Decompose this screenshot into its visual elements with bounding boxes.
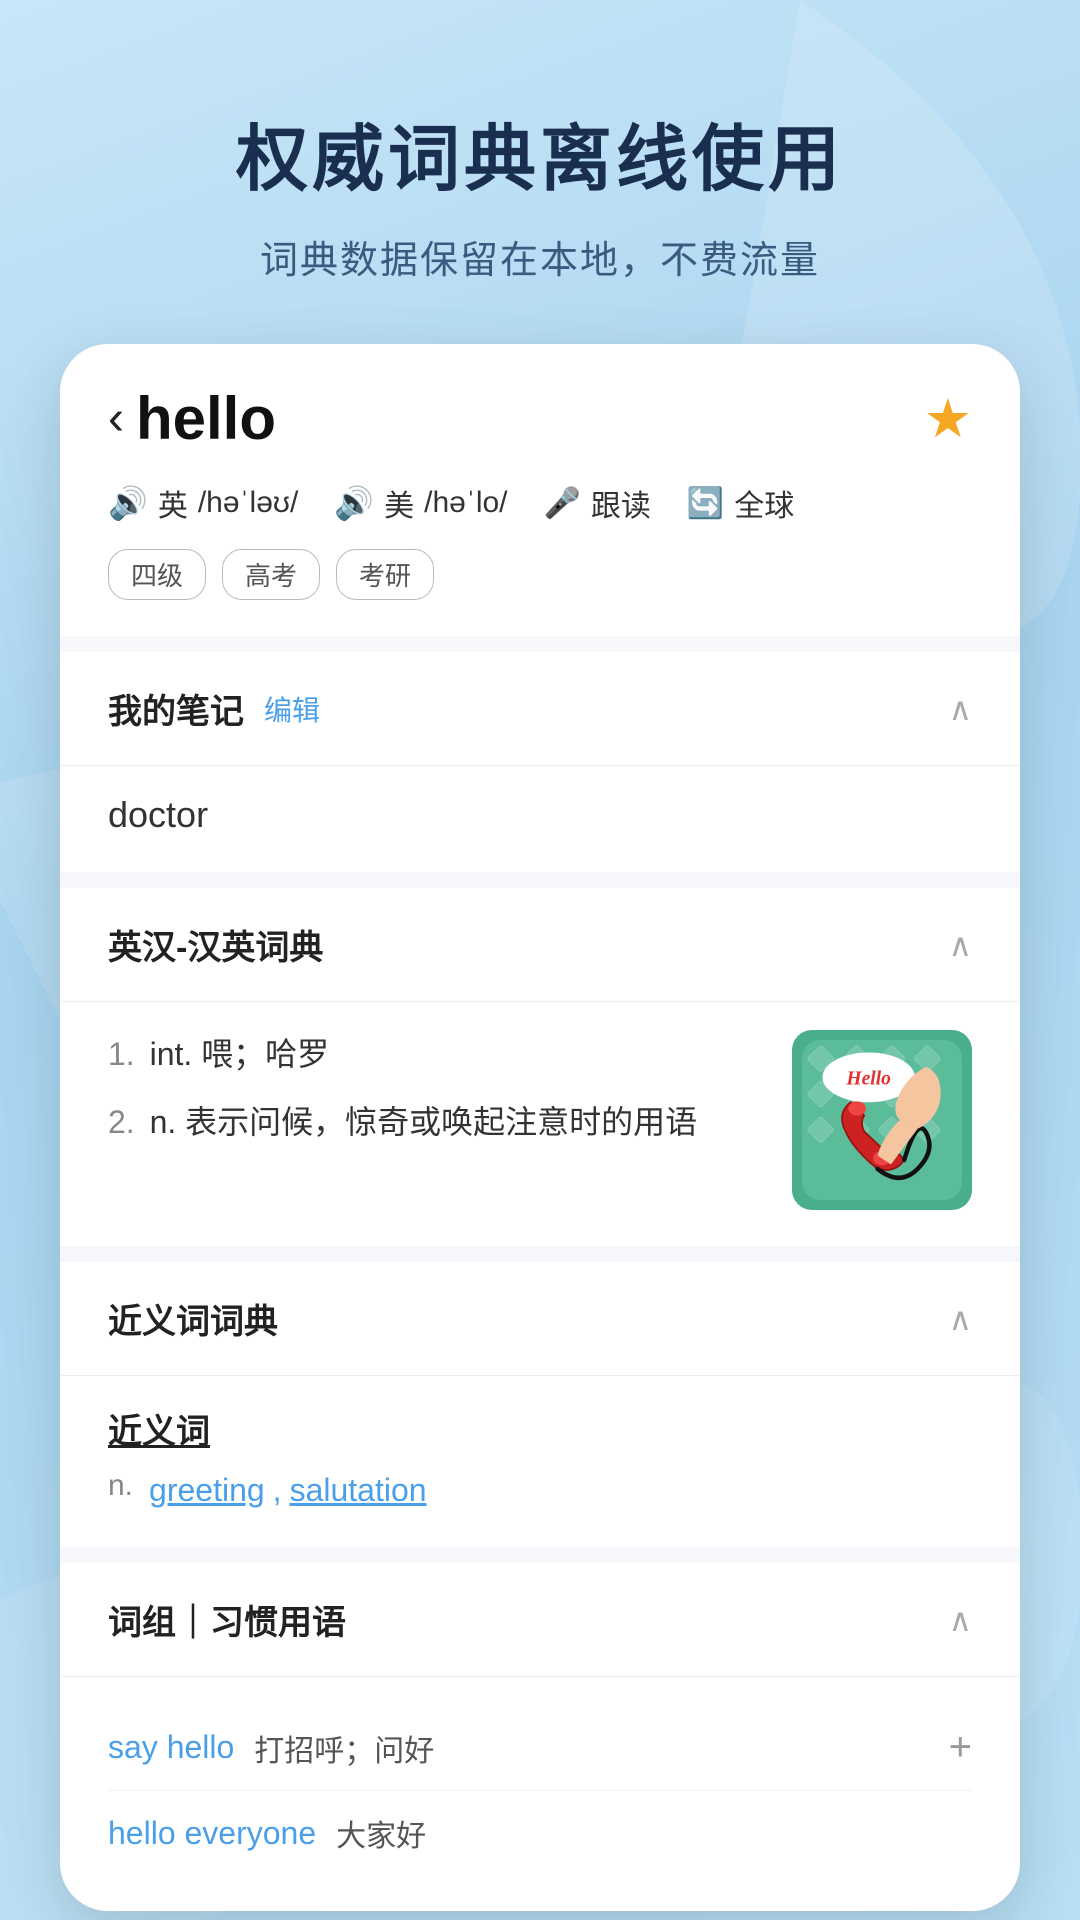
def-pos-1: int. — [150, 1036, 202, 1072]
phrase-add-1[interactable]: + — [949, 1725, 972, 1770]
dict-section-header[interactable]: 英汉-汉英词典 ∧ — [60, 888, 1020, 1002]
tags-row: 四级 高考 考研 — [108, 549, 972, 600]
favorite-button[interactable]: ★ — [924, 387, 972, 450]
syn-body: 近义词 n. greeting , salutation — [60, 1376, 1020, 1547]
def-text-1: 喂；哈罗 — [201, 1036, 329, 1072]
synonyms-list: n. greeting , salutation — [108, 1469, 972, 1511]
phrase-left-2: hello everyone 大家好 — [108, 1811, 426, 1855]
back-button[interactable]: ‹ — [108, 395, 124, 443]
phonetic-uk-label: 英 — [158, 481, 188, 525]
phrases-title: 词组｜习惯用语 — [108, 1595, 346, 1644]
dict-image: Hello — [792, 1030, 972, 1210]
phrases-body: say hello 打招呼；问好 + hello everyone 大家好 — [60, 1677, 1020, 1911]
phrase-en-2[interactable]: hello everyone — [108, 1815, 316, 1852]
def-number-2: 2. — [108, 1104, 135, 1140]
synonyms-section: 近义词词典 ∧ 近义词 n. greeting , salutation — [60, 1262, 1020, 1547]
syn-title: 近义词词典 — [108, 1294, 278, 1343]
mic-icon: 🎤 — [544, 486, 581, 521]
phrase-item-1: say hello 打招呼；问好 + — [108, 1705, 972, 1791]
syn-pos: n. — [108, 1469, 133, 1503]
notes-content: doctor — [108, 794, 208, 835]
syn-section-header[interactable]: 近义词词典 ∧ — [60, 1262, 1020, 1376]
synonym-word-2[interactable]: salutation — [290, 1472, 427, 1509]
dictionary-card: ‹ hello ★ 🔊 英 /həˈləʊ/ 🔊 美 /həˈlo/ 🎤 跟读 … — [60, 344, 1020, 1911]
def-pos-2: n. — [150, 1104, 186, 1140]
phrases-chevron-icon: ∧ — [949, 1601, 972, 1639]
def-text-2: 表示问候，惊奇或唤起注意时的用语 — [185, 1104, 697, 1140]
word-left: ‹ hello — [108, 384, 276, 453]
notes-edit-button[interactable]: 编辑 — [264, 689, 320, 729]
def-item-1: 1. int. 喂；哈罗 — [108, 1030, 768, 1078]
synonyms-heading: 近义词 — [108, 1404, 972, 1453]
word-row: ‹ hello ★ — [108, 384, 972, 453]
tag-postgrad: 考研 — [336, 549, 434, 600]
notes-section: 我的笔记 编辑 ∧ doctor — [60, 652, 1020, 872]
tag-cet4: 四级 — [108, 549, 206, 600]
phrase-item-2: hello everyone 大家好 — [108, 1791, 972, 1875]
global-button[interactable]: 🔄 全球 — [687, 481, 794, 525]
synonym-word-1[interactable]: greeting — [149, 1472, 265, 1509]
global-label: 全球 — [734, 481, 794, 525]
phrase-left-1: say hello 打招呼；问好 — [108, 1726, 434, 1770]
notes-title: 我的笔记 — [108, 684, 244, 733]
top-section: 权威词典离线使用 词典数据保留在本地，不费流量 — [0, 0, 1080, 344]
dict-title: 英汉-汉英词典 — [108, 920, 323, 969]
follow-read-button[interactable]: 🎤 跟读 — [544, 481, 651, 525]
main-title: 权威词典离线使用 — [0, 100, 1080, 205]
tag-gaokao: 高考 — [222, 549, 320, 600]
speaker-us-icon[interactable]: 🔊 — [334, 484, 374, 522]
dictionary-section: 英汉-汉英词典 ∧ 1. int. 喂；哈罗 2. n. 表示问候，惊奇或唤起注… — [60, 888, 1020, 1246]
notes-title-group: 我的笔记 编辑 — [108, 684, 320, 733]
speaker-uk-icon[interactable]: 🔊 — [108, 484, 148, 522]
notes-chevron-icon: ∧ — [949, 690, 972, 728]
phonetic-us[interactable]: 🔊 美 /həˈlo/ — [334, 481, 507, 525]
phonetic-us-label: 美 — [384, 481, 414, 525]
phonetic-us-text: /həˈlo/ — [424, 486, 507, 520]
dict-body: 1. int. 喂；哈罗 2. n. 表示问候，惊奇或唤起注意时的用语 — [60, 1002, 1020, 1246]
dict-chevron-icon: ∧ — [949, 926, 972, 964]
notes-body: doctor — [60, 766, 1020, 872]
syn-chevron-icon: ∧ — [949, 1300, 972, 1338]
def-item-2: 2. n. 表示问候，惊奇或唤起注意时的用语 — [108, 1098, 768, 1146]
def-number-1: 1. — [108, 1036, 135, 1072]
phonetic-row: 🔊 英 /həˈləʊ/ 🔊 美 /həˈlo/ 🎤 跟读 🔄 全球 — [108, 481, 972, 525]
headword: hello — [136, 384, 276, 453]
phrase-zh-1: 打招呼；问好 — [254, 1726, 434, 1770]
svg-text:Hello: Hello — [845, 1068, 891, 1089]
phrases-section: 词组｜习惯用语 ∧ say hello 打招呼；问好 + hello every… — [60, 1563, 1020, 1911]
globe-icon: 🔄 — [687, 486, 724, 521]
phonetic-uk[interactable]: 🔊 英 /həˈləʊ/ — [108, 481, 298, 525]
phonetic-uk-text: /həˈləʊ/ — [198, 486, 298, 520]
card-header: ‹ hello ★ 🔊 英 /həˈləʊ/ 🔊 美 /həˈlo/ 🎤 跟读 … — [60, 344, 1020, 636]
phrases-section-header[interactable]: 词组｜习惯用语 ∧ — [60, 1563, 1020, 1677]
dict-definitions: 1. int. 喂；哈罗 2. n. 表示问候，惊奇或唤起注意时的用语 — [108, 1030, 768, 1210]
synonym-sep: , — [273, 1472, 282, 1509]
notes-section-header[interactable]: 我的笔记 编辑 ∧ — [60, 652, 1020, 766]
follow-read-label: 跟读 — [591, 481, 651, 525]
phrase-zh-2: 大家好 — [336, 1811, 426, 1855]
sub-title: 词典数据保留在本地，不费流量 — [0, 229, 1080, 284]
phrase-en-1[interactable]: say hello — [108, 1729, 234, 1766]
